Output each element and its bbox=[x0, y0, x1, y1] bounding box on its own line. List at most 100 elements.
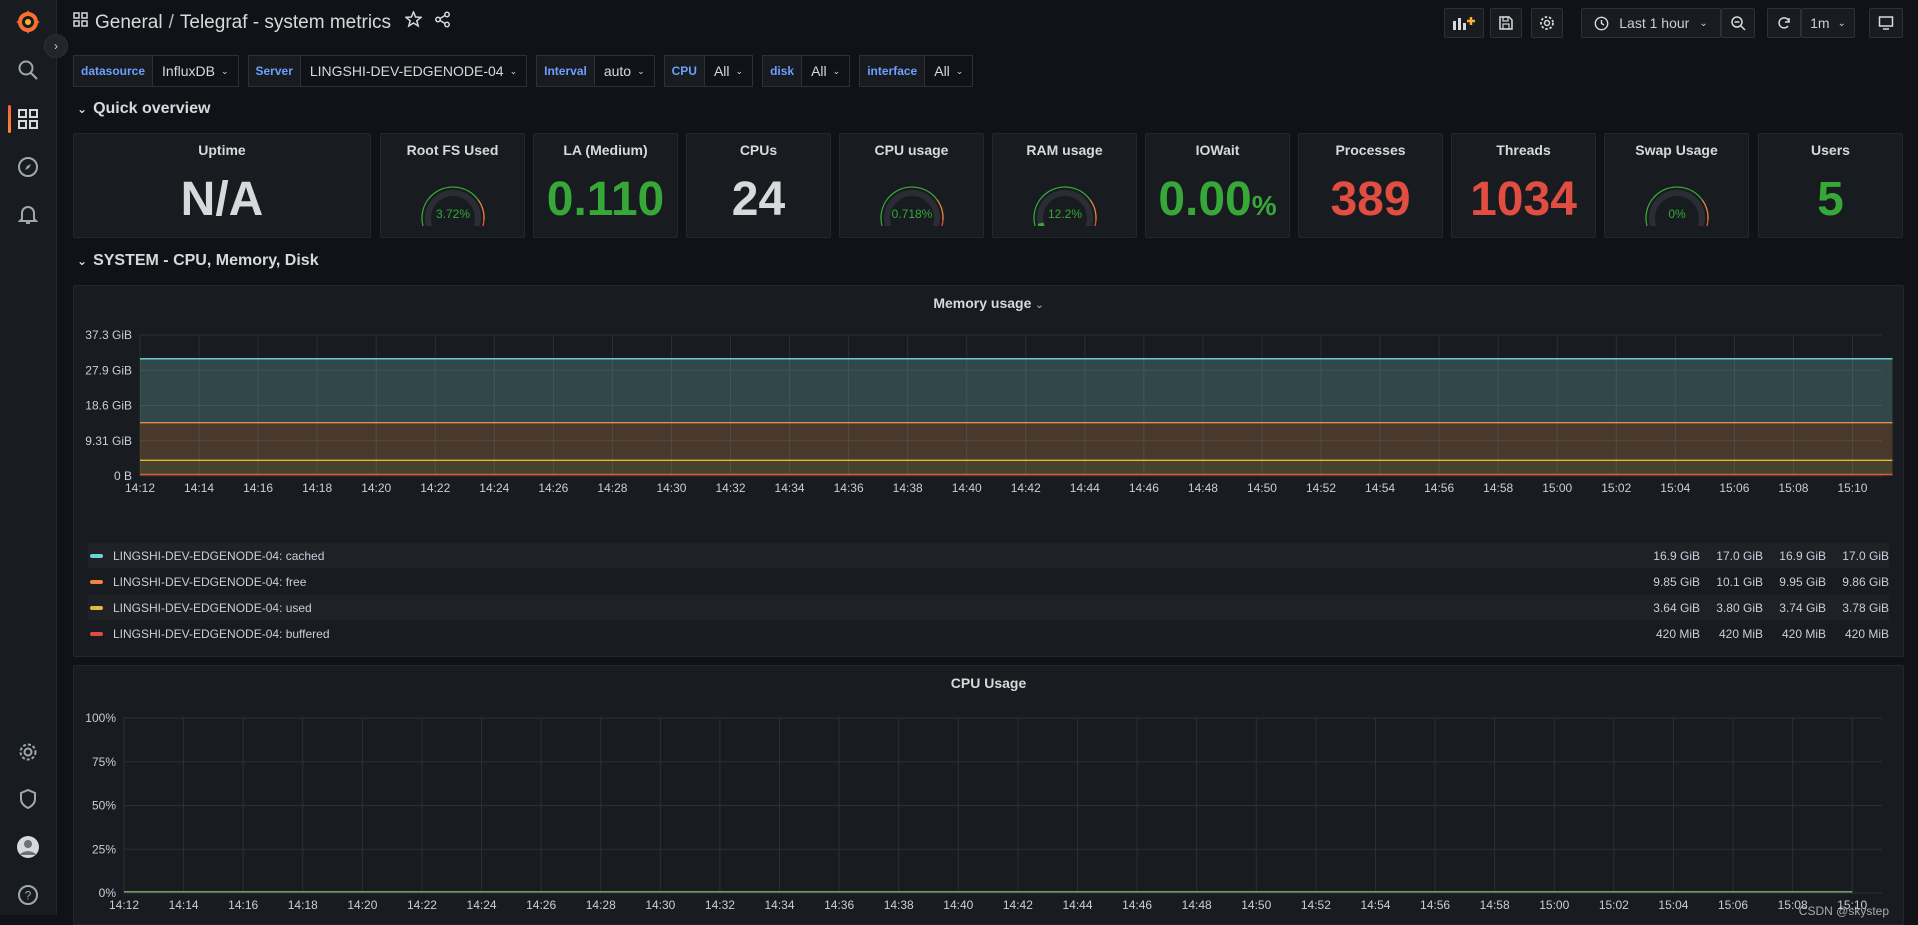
stat-panel-root-fs-used[interactable]: Root FS Used 3.72% bbox=[380, 133, 525, 238]
stat-panel-processes[interactable]: Processes 389 bbox=[1298, 133, 1443, 238]
variable-value: All bbox=[811, 63, 827, 79]
legend-color-swatch[interactable] bbox=[90, 579, 103, 584]
stat-panel-iowait[interactable]: IOWait 0.00% bbox=[1145, 133, 1290, 238]
server-admin-shield-icon[interactable] bbox=[14, 785, 42, 813]
search-icon[interactable] bbox=[14, 56, 42, 84]
x-tick-label: 15:02 bbox=[1599, 898, 1629, 912]
variable-interface: interface All ⌄ bbox=[859, 55, 974, 87]
user-avatar[interactable] bbox=[14, 833, 42, 861]
panel-title: RAM usage bbox=[1026, 142, 1103, 158]
x-tick-label: 14:46 bbox=[1129, 481, 1159, 495]
legend-value: 16.9 GiB bbox=[1779, 548, 1826, 563]
stat-panel-cpus[interactable]: CPUs 24 bbox=[686, 133, 831, 238]
x-tick-label: 14:26 bbox=[526, 898, 556, 912]
legend-series-name[interactable]: LINGSHI-DEV-EDGENODE-04: used bbox=[113, 601, 312, 615]
dashboard-settings-button[interactable] bbox=[1531, 8, 1563, 38]
x-tick-label: 14:18 bbox=[302, 481, 332, 495]
gauge-value-label: 0% bbox=[1668, 207, 1686, 221]
panel-title: Root FS Used bbox=[406, 142, 499, 158]
legend-series-name[interactable]: LINGSHI-DEV-EDGENODE-04: cached bbox=[113, 549, 324, 563]
legend-value: 9.95 GiB bbox=[1779, 574, 1826, 589]
grafana-logo-icon[interactable] bbox=[14, 8, 42, 36]
variable-label: Server bbox=[247, 55, 301, 87]
alerting-bell-icon[interactable] bbox=[14, 200, 42, 228]
configuration-gear-icon[interactable] bbox=[14, 738, 42, 766]
x-tick-label: 15:10 bbox=[1837, 481, 1867, 495]
panel-cpu-usage[interactable]: CPU Usage 14:12 14:14 14:16 14:18 14:20 14:22… bbox=[73, 665, 1904, 925]
tv-mode-button[interactable] bbox=[1869, 8, 1903, 38]
dashboard-title[interactable]: Telegraf - system metrics bbox=[180, 12, 391, 34]
panel-title[interactable]: CPU Usage bbox=[74, 675, 1903, 691]
stat-value: 0.00% bbox=[1146, 176, 1289, 224]
stat-panel-users[interactable]: Users 5 bbox=[1758, 133, 1903, 238]
y-tick-label: 50% bbox=[92, 799, 116, 813]
chevron-down-icon: ⌄ bbox=[637, 65, 645, 76]
variable-server: Server LINGSHI-DEV-EDGENODE-04 ⌄ bbox=[247, 55, 528, 87]
panel-title[interactable]: Memory usage ⌄ bbox=[74, 295, 1903, 311]
variable-select-interface[interactable]: All ⌄ bbox=[925, 55, 974, 87]
stat-panel-swap-usage[interactable]: Swap Usage 0% bbox=[1604, 133, 1749, 238]
legend-series-name[interactable]: LINGSHI-DEV-EDGENODE-04: buffered bbox=[113, 627, 330, 641]
add-panel-button[interactable] bbox=[1444, 8, 1484, 38]
x-tick-label: 14:32 bbox=[705, 898, 735, 912]
legend-color-swatch[interactable] bbox=[90, 605, 103, 610]
variable-select-server[interactable]: LINGSHI-DEV-EDGENODE-04 ⌄ bbox=[300, 55, 528, 87]
x-tick-label: 14:48 bbox=[1188, 481, 1218, 495]
legend-item[interactable]: LINGSHI-DEV-EDGENODE-04: used 3.64 GiB 3.8… bbox=[88, 595, 1889, 620]
share-icon[interactable] bbox=[434, 11, 451, 34]
y-tick-label: 100% bbox=[85, 711, 116, 725]
variable-select-cpu[interactable]: All ⌄ bbox=[704, 55, 754, 87]
dashboards-icon[interactable] bbox=[14, 105, 42, 133]
legend-color-swatch[interactable] bbox=[90, 553, 103, 558]
help-icon[interactable]: ? bbox=[14, 881, 42, 909]
x-tick-label: 14:42 bbox=[1011, 481, 1041, 495]
zoom-out-button[interactable] bbox=[1721, 8, 1755, 38]
stat-value: 389 bbox=[1330, 173, 1411, 226]
x-tick-label: 15:06 bbox=[1718, 898, 1748, 912]
variable-value: All bbox=[713, 63, 730, 79]
stat-panel-threads[interactable]: Threads 1034 bbox=[1451, 133, 1596, 238]
legend-item[interactable]: LINGSHI-DEV-EDGENODE-04: cached 16.9 GiB 1… bbox=[88, 543, 1889, 568]
legend-series-name[interactable]: LINGSHI-DEV-EDGENODE-04: free bbox=[113, 575, 306, 589]
star-icon[interactable] bbox=[404, 10, 423, 34]
variable-select-interval[interactable]: auto ⌄ bbox=[594, 55, 655, 87]
stat-panel-uptime[interactable]: Uptime N/A bbox=[73, 133, 371, 238]
save-dashboard-button[interactable] bbox=[1490, 8, 1522, 38]
refresh-button[interactable] bbox=[1767, 8, 1801, 38]
series-area bbox=[140, 358, 1893, 423]
cpu-usage-chart[interactable]: 14:12 14:14 14:16 14:18 14:20 14:22 14:24 14:26… bbox=[74, 694, 1905, 916]
legend-values: 3.64 GiB 3.80 GiB 3.74 GiB 3.78 GiB bbox=[1637, 601, 1889, 615]
variable-value: InfluxDB bbox=[162, 63, 215, 79]
sidebar: ? bbox=[0, 0, 57, 915]
breadcrumb-folder[interactable]: General bbox=[95, 12, 163, 34]
stat-panel-load-average[interactable]: LA (Medium) 0.110 bbox=[533, 133, 678, 238]
expand-sidebar-button[interactable]: › bbox=[44, 34, 68, 58]
row-quick-overview[interactable]: ⌄ Quick overview bbox=[77, 100, 210, 118]
legend-color-swatch[interactable] bbox=[90, 631, 103, 636]
variable-label: Interval bbox=[536, 55, 595, 87]
variable-select-disk[interactable]: All ⌄ bbox=[802, 55, 851, 87]
legend-item[interactable]: LINGSHI-DEV-EDGENODE-04: buffered 420 MiB… bbox=[88, 621, 1889, 646]
panel-title-label: Memory usage bbox=[933, 295, 1032, 311]
row-title-label: SYSTEM - CPU, Memory, Disk bbox=[93, 252, 319, 269]
chevron-down-icon: ⌄ bbox=[77, 102, 88, 116]
panel-title: Users bbox=[1811, 142, 1850, 158]
stat-panel-ram-usage[interactable]: RAM usage 12.2% bbox=[992, 133, 1137, 238]
x-tick-label: 15:00 bbox=[1542, 481, 1572, 495]
x-tick-label: 14:24 bbox=[467, 898, 497, 912]
time-picker-button[interactable]: Last 1 hour ⌄ bbox=[1581, 8, 1721, 38]
panel-title: CPU usage bbox=[874, 142, 949, 158]
variable-select-datasource[interactable]: InfluxDB ⌄ bbox=[153, 55, 239, 87]
y-tick-label: 37.3 GiB bbox=[85, 328, 132, 342]
memory-usage-chart[interactable]: 14:12 14:14 14:16 14:18 14:20 14:22 14:24 14:26… bbox=[74, 318, 1905, 568]
refresh-interval-picker[interactable]: 1m ⌄ bbox=[1801, 8, 1855, 38]
legend-value: 9.86 GiB bbox=[1842, 574, 1889, 589]
panel-memory-usage[interactable]: Memory usage ⌄ 14:12 14:14 14:16 14:18 14:20… bbox=[73, 285, 1904, 657]
stat-value: 0.110 bbox=[546, 173, 665, 226]
breadcrumb-separator: / bbox=[168, 11, 174, 33]
stat-panel-cpu-usage[interactable]: CPU usage 0.718% bbox=[839, 133, 984, 238]
x-tick-label: 14:52 bbox=[1306, 481, 1336, 495]
row-system[interactable]: ⌄ SYSTEM - CPU, Memory, Disk bbox=[77, 252, 319, 270]
legend-item[interactable]: LINGSHI-DEV-EDGENODE-04: free 9.85 GiB 10.… bbox=[88, 569, 1889, 594]
explore-compass-icon[interactable] bbox=[14, 153, 42, 181]
